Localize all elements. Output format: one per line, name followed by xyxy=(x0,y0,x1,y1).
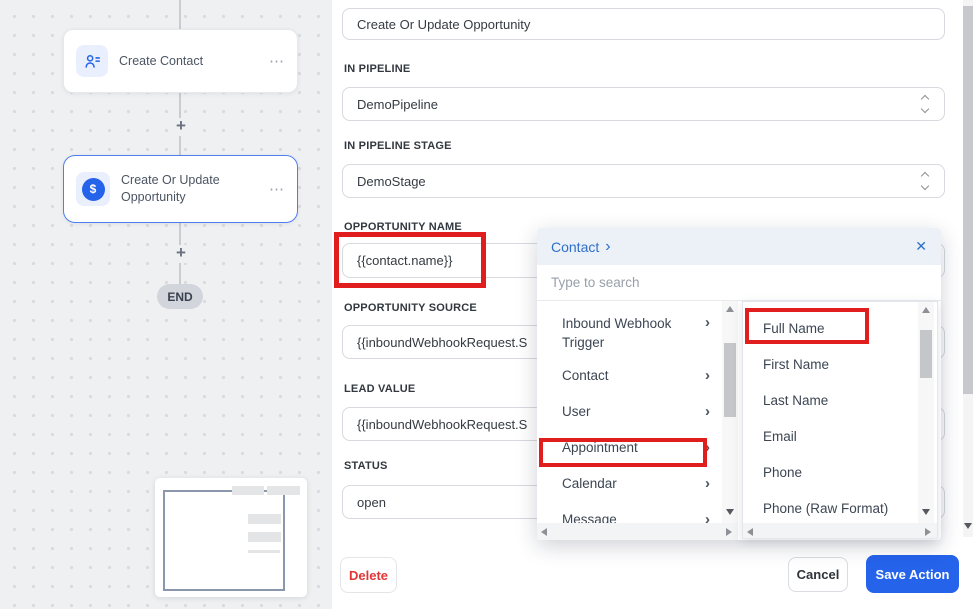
minimap[interactable] xyxy=(155,478,307,597)
menu-item-user[interactable]: User › xyxy=(537,393,722,429)
node-label: Create Or Update Opportunity xyxy=(121,172,243,206)
minimap-node-bar xyxy=(248,514,281,524)
minimap-node-bar xyxy=(232,486,264,495)
menu-item-contact[interactable]: Contact › xyxy=(537,357,722,393)
delete-button[interactable]: Delete xyxy=(340,557,397,593)
panel-scrollbar[interactable] xyxy=(963,0,973,537)
submenu-item-full-name[interactable]: Full Name xyxy=(743,310,918,346)
select-arrows-icon xyxy=(922,96,928,112)
workflow-canvas[interactable]: Create Contact ⋯ + $ Create Or Update Op… xyxy=(0,0,332,609)
close-icon[interactable]: ✕ xyxy=(915,238,927,255)
field-label-in-pipeline: IN PIPELINE xyxy=(344,63,410,75)
submenu-scrollbar[interactable] xyxy=(918,302,934,523)
save-action-button[interactable]: Save Action xyxy=(866,555,959,593)
popover-search xyxy=(537,265,941,301)
menu-item-calendar[interactable]: Calendar › xyxy=(537,465,722,501)
contact-icon xyxy=(76,45,108,77)
chevron-right-icon: › xyxy=(705,511,710,524)
popover-header: Contact › ✕ xyxy=(537,228,941,265)
popover-body: Inbound Webhook Trigger › Contact › User… xyxy=(537,301,941,540)
end-node: END xyxy=(157,284,203,309)
field-label-status: STATUS xyxy=(344,460,388,472)
node-label: Create Contact xyxy=(119,53,258,70)
workflow-node-create-contact[interactable]: Create Contact ⋯ xyxy=(63,29,298,93)
submenu-item-phone[interactable]: Phone xyxy=(743,454,918,490)
workflow-node-create-or-update-opportunity[interactable]: $ Create Or Update Opportunity ⋯ xyxy=(63,155,298,223)
chevron-right-icon: › xyxy=(705,314,710,331)
submenu-item-email[interactable]: Email xyxy=(743,418,918,454)
node-menu-icon[interactable]: ⋯ xyxy=(269,180,285,198)
field-label-in-pipeline-stage: IN PIPELINE STAGE xyxy=(344,140,452,152)
minimap-node-bar xyxy=(248,550,280,553)
submenu-item-phone-raw-format[interactable]: Phone (Raw Format) xyxy=(743,490,918,523)
custom-values-popover: Contact › ✕ Inbound Webhook Trigger › Co… xyxy=(537,228,941,540)
add-step-button[interactable]: + xyxy=(171,118,191,136)
pipeline-select[interactable]: DemoPipeline xyxy=(342,87,945,121)
menu-item-inbound-webhook-trigger[interactable]: Inbound Webhook Trigger › xyxy=(537,309,722,357)
menu-item-message[interactable]: Message › xyxy=(537,501,722,523)
node-menu-icon[interactable]: ⋯ xyxy=(269,52,285,70)
add-step-button[interactable]: + xyxy=(171,245,191,263)
action-settings-panel: IN PIPELINE DemoPipeline IN PIPELINE STA… xyxy=(332,0,974,609)
chevron-right-icon: › xyxy=(605,239,610,255)
opportunity-dollar-icon: $ xyxy=(76,172,110,206)
menu-hscrollbar[interactable] xyxy=(537,523,738,540)
cancel-button[interactable]: Cancel xyxy=(788,557,848,592)
action-name-input[interactable] xyxy=(342,8,945,40)
pipeline-stage-select[interactable]: DemoStage xyxy=(342,164,945,198)
scrollbar-thumb[interactable] xyxy=(963,6,973,394)
field-label-opportunity-source: OPPORTUNITY SOURCE xyxy=(344,302,477,314)
submenu-item-last-name[interactable]: Last Name xyxy=(743,382,918,418)
minimap-node-bar xyxy=(248,532,281,542)
submenu-item-first-name[interactable]: First Name xyxy=(743,346,918,382)
breadcrumb[interactable]: Contact › xyxy=(551,239,611,255)
menu-item-appointment[interactable]: Appointment › xyxy=(537,429,722,465)
scroll-down-icon[interactable] xyxy=(964,523,972,529)
search-input[interactable] xyxy=(537,275,941,290)
menu-scrollbar[interactable] xyxy=(722,301,738,523)
chevron-right-icon: › xyxy=(705,403,710,420)
workflow-builder: Create Contact ⋯ + $ Create Or Update Op… xyxy=(0,0,974,609)
field-submenu: Full Name First Name Last Name Email Pho… xyxy=(742,301,938,539)
chevron-right-icon: › xyxy=(705,367,710,384)
category-menu: Inbound Webhook Trigger › Contact › User… xyxy=(537,301,722,523)
field-label-lead-value: LEAD VALUE xyxy=(344,383,415,395)
field-label-opportunity-name: OPPORTUNITY NAME xyxy=(344,221,462,233)
select-arrows-icon xyxy=(922,173,928,189)
submenu-hscrollbar[interactable] xyxy=(743,523,937,539)
chevron-right-icon: › xyxy=(705,475,710,492)
minimap-node-bar xyxy=(267,486,300,495)
chevron-right-icon: › xyxy=(705,439,710,456)
